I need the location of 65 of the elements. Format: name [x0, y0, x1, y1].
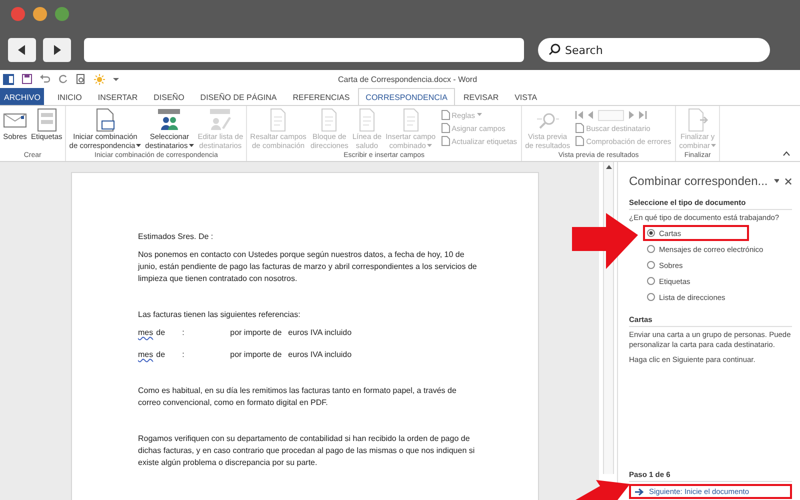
customize-caret-icon[interactable]	[113, 76, 119, 82]
window-title: Carta de Correspondencia.docx - Word	[338, 74, 478, 84]
document-text: :	[182, 327, 186, 339]
undo-icon[interactable]	[40, 74, 50, 84]
close-icon[interactable]	[785, 178, 792, 184]
search-icon	[548, 43, 561, 56]
word-logo-icon[interactable]	[3, 74, 14, 84]
edit-icon	[208, 108, 232, 132]
pane-options-caret-icon[interactable]	[774, 179, 780, 183]
ribbon-tab[interactable]: REVISAR	[455, 88, 507, 105]
document-text: de	[156, 349, 166, 361]
document-text: por importe de	[230, 349, 283, 361]
pane-title: Combinar corresponden...	[629, 174, 768, 188]
ribbon-tab[interactable]: REFERENCIAS	[284, 88, 358, 105]
scroll-up-icon[interactable]	[606, 165, 612, 169]
document-paragraph: Rogamos verifiquen con su departamento de contabilidad si han recibido la orden de pago de dichas facturas, y en caso contrario que procedan al pago de las mismas o que nos indiquen si existe algún problema o discrepancia por su parte.	[138, 433, 476, 469]
radio-icon[interactable]	[647, 277, 655, 285]
caret-icon	[711, 144, 716, 148]
left-triangle-icon	[16, 44, 28, 56]
close-light-icon[interactable]	[11, 7, 25, 21]
print-preview-icon[interactable]	[76, 74, 86, 84]
redo-icon[interactable]	[58, 74, 68, 84]
caret-icon	[476, 113, 482, 117]
caret-icon	[136, 144, 142, 148]
document-paragraph: Las facturas tienen las siguientes referencias:	[138, 309, 302, 321]
save-icon[interactable]	[22, 74, 32, 84]
radio-icon[interactable]	[647, 293, 655, 301]
document-text: :	[182, 349, 186, 361]
forward-button[interactable]	[43, 38, 71, 62]
ribbon-tab[interactable]: DISEÑO	[146, 88, 192, 105]
export-icon	[686, 108, 710, 132]
search-field[interactable]: Search	[538, 38, 770, 62]
ribbon-tab[interactable]: CORRESPONDENCIA	[358, 88, 456, 105]
collapse-ribbon-icon[interactable]	[783, 151, 790, 156]
people-icon	[157, 108, 182, 132]
arrow-icon	[635, 488, 644, 496]
document-text: mes	[138, 327, 154, 339]
next-record-icon[interactable]	[628, 111, 634, 119]
ribbon-tab[interactable]: DISEÑO DE PÁGINA	[192, 88, 285, 105]
document-paragraph: Nos ponemos en contacto con Ustedes porque según nuestros datos, a fecha de hoy, 10 de junio, están pendiente de pago las facturas de marzo y abril correspondientes a los servicios de limpieza que tienen contratado con nosotros.	[138, 249, 478, 285]
document-text: mes	[138, 349, 154, 361]
file-tab[interactable]: ARCHIVO	[0, 88, 44, 105]
radio-icon[interactable]	[647, 261, 655, 269]
previous-record-icon[interactable]	[588, 111, 594, 119]
ribbon-tab[interactable]: VISTA	[506, 88, 546, 105]
document-text: de	[156, 327, 166, 339]
radio-icon[interactable]	[647, 245, 655, 253]
ribbon-tab[interactable]: INSERTAR	[90, 88, 146, 105]
right-triangle-icon	[51, 44, 63, 56]
document-paragraph: Estimados Sres. De :	[138, 231, 214, 243]
document-text: euros IVA incluido	[288, 349, 352, 361]
zoom-light-icon[interactable]	[55, 7, 69, 21]
document-paragraph: Como es habitual, en su día les remitimos las facturas tanto en formato papel, a través de correo convencional, como en formato digital en PDF.	[138, 385, 458, 409]
radio-icon[interactable]	[647, 229, 655, 237]
sheet-icon	[34, 108, 59, 132]
document-text: euros IVA incluido	[288, 327, 352, 339]
address-field[interactable]	[84, 38, 524, 62]
document-text: por importe de	[230, 327, 283, 339]
ribbon-tab[interactable]: INICIO	[49, 88, 90, 105]
caret-icon	[188, 144, 194, 148]
last-record-icon[interactable]	[638, 111, 648, 119]
sun-icon[interactable]	[94, 74, 105, 84]
caret-icon	[426, 144, 432, 148]
back-button[interactable]	[8, 38, 36, 62]
minimize-light-icon[interactable]	[33, 7, 47, 21]
